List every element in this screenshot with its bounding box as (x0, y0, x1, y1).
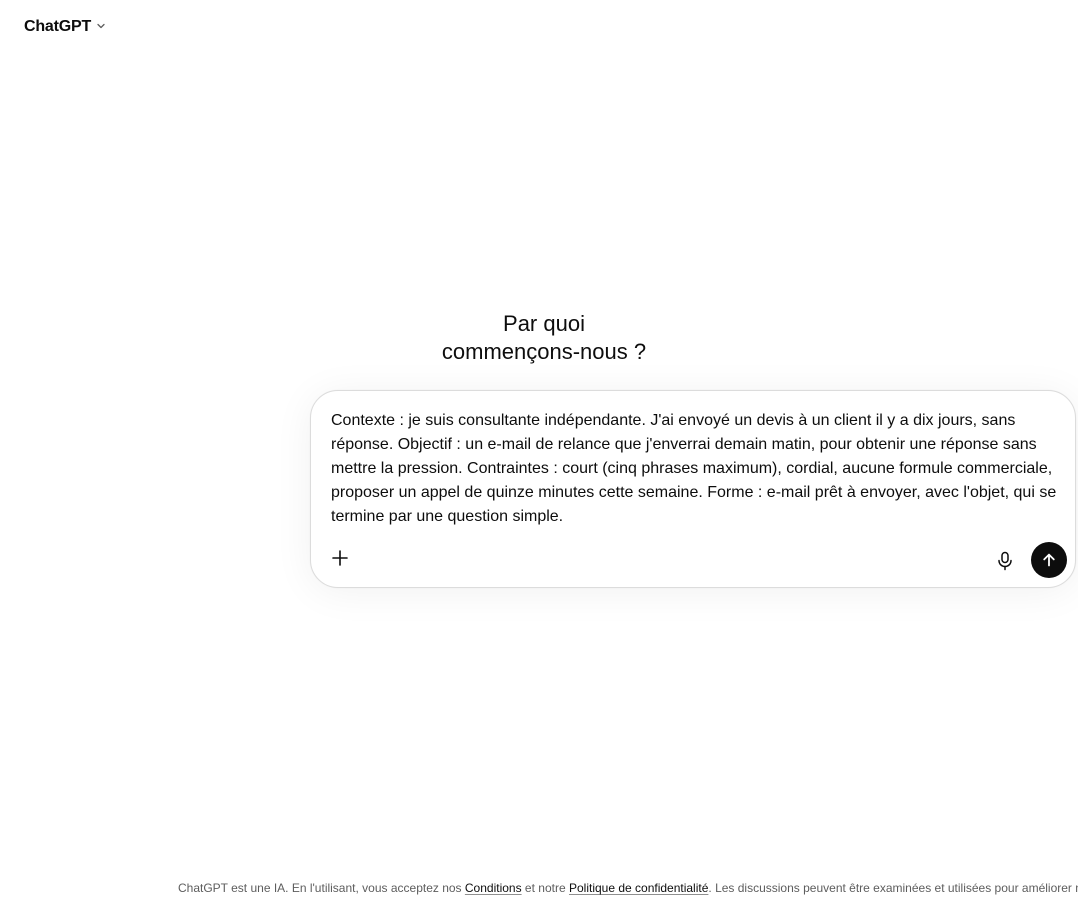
prompt-input[interactable]: Contexte : je suis consultante indépenda… (331, 409, 1061, 529)
add-attachment-button[interactable] (325, 543, 355, 573)
conditions-link[interactable]: Conditions (465, 881, 522, 895)
arrow-up-icon (1043, 553, 1055, 567)
prompt-composer: Contexte : je suis consultante indépenda… (310, 390, 1076, 588)
footer-text-after: . Les discussions peuvent être examinées… (708, 881, 1078, 895)
chatgpt-home-page: ChatGPT Par quoi commençons-nous ? Conte… (0, 0, 1078, 900)
model-selector-button[interactable]: ChatGPT (16, 12, 115, 42)
privacy-policy-link[interactable]: Politique de confidentialité (569, 881, 708, 895)
chevron-down-icon (95, 20, 107, 32)
footer-text-before: ChatGPT est une IA. En l'utilisant, vous… (178, 881, 465, 895)
model-name: ChatGPT (24, 18, 92, 35)
page-title: Par quoi commençons-nous ? (394, 310, 694, 366)
microphone-icon (998, 551, 1012, 571)
footer-disclaimer: ChatGPT est une IA. En l'utilisant, vous… (178, 880, 1078, 896)
headline-line-2: commençons-nous ? (441, 339, 647, 364)
plus-icon (332, 550, 348, 566)
headline-line-1: Par quoi (503, 311, 585, 336)
footer-text-middle: et notre (521, 881, 569, 895)
send-button[interactable] (1031, 542, 1067, 578)
dictate-button[interactable] (990, 546, 1020, 576)
